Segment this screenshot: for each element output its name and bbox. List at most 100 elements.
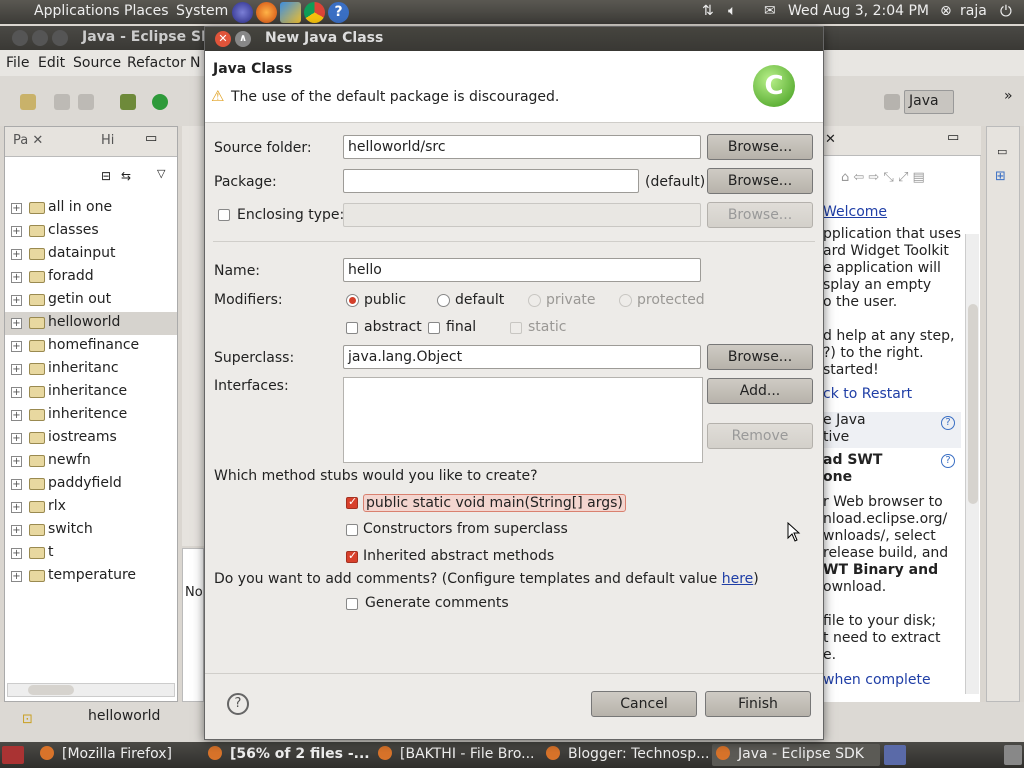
help-question-icon-2[interactable]: ? [941, 454, 955, 468]
tree-item[interactable]: + inheritance [5, 381, 177, 404]
expand-icon[interactable]: + [11, 249, 22, 260]
expand-icon[interactable]: + [11, 272, 22, 283]
tree-item[interactable]: + t [5, 542, 177, 565]
trash-icon[interactable] [1004, 745, 1022, 765]
window-maximize-icon[interactable] [52, 30, 68, 46]
menu-navigate[interactable]: N [190, 55, 200, 71]
firefox-launcher-icon[interactable] [256, 2, 277, 23]
tree-item[interactable]: + inheritanc [5, 358, 177, 381]
configure-templates-link[interactable]: here [722, 571, 754, 587]
modifier-radio-public[interactable] [346, 294, 359, 307]
clock[interactable]: Wed Aug 3, 2:04 PM [788, 3, 929, 19]
menu-refactor[interactable]: Refactor [127, 55, 186, 71]
chevron-right-icon[interactable]: » [1004, 88, 1013, 104]
expand-icon[interactable]: + [11, 456, 22, 467]
dialog-close-icon[interactable]: ✕ [215, 31, 231, 47]
network-icon[interactable]: ⇅ [702, 3, 714, 19]
finish-button[interactable]: Finish [705, 691, 811, 717]
tree-item[interactable]: + getin out [5, 289, 177, 312]
help-scrollbar-thumb[interactable] [968, 304, 978, 504]
tree-item[interactable]: + iostreams [5, 427, 177, 450]
help-toolbar-icons[interactable]: ⌂ ⇦ ⇨ ⤡ ⤢ ▤ [841, 170, 925, 185]
tree-item[interactable]: + datainput [5, 243, 177, 266]
taskbar-item[interactable]: Java - Eclipse SDK [712, 744, 880, 766]
interfaces-list[interactable] [343, 377, 703, 463]
debug-icon[interactable] [120, 94, 136, 110]
run-icon[interactable] [152, 94, 168, 110]
chrome-launcher-icon[interactable] [304, 2, 325, 23]
tree-item[interactable]: + homefinance [5, 335, 177, 358]
volume-icon[interactable]: 🔈︎ [728, 3, 736, 19]
tree-item[interactable]: + all in one [5, 197, 177, 220]
source-folder-input[interactable]: helloworld/src [343, 135, 701, 159]
workspace-switcher[interactable] [884, 745, 906, 765]
expand-icon[interactable]: + [11, 364, 22, 375]
enclosing-type-input[interactable] [343, 203, 701, 227]
collapse-all-icon[interactable]: ⊟ [101, 169, 111, 183]
expand-icon[interactable]: + [11, 571, 22, 582]
cancel-button[interactable]: Cancel [591, 691, 697, 717]
print-icon[interactable] [78, 94, 94, 110]
tree-item[interactable]: + paddyfield [5, 473, 177, 496]
window-minimize-icon[interactable] [32, 30, 48, 46]
help-question-icon[interactable]: ? [941, 416, 955, 430]
applications-menu[interactable]: Applications [34, 3, 120, 19]
tree-item[interactable]: + rlx [5, 496, 177, 519]
eclipse-launcher-icon[interactable] [232, 2, 253, 23]
bottom-view-tab[interactable]: No [185, 585, 203, 600]
expand-icon[interactable]: + [11, 318, 22, 329]
menu-edit[interactable]: Edit [38, 55, 65, 71]
minimize-view-icon[interactable]: ▭ [145, 131, 157, 146]
view-menu-icon[interactable]: ▽ [157, 167, 165, 180]
expand-icon[interactable]: + [11, 548, 22, 559]
superclass-input[interactable]: java.lang.Object [343, 345, 701, 369]
stub-checkbox[interactable] [346, 495, 358, 509]
java-perspective-button[interactable]: Java [904, 90, 954, 114]
restart-link[interactable]: ck to Restart [823, 386, 912, 402]
places-menu[interactable]: Places [124, 3, 169, 19]
package-browse-button[interactable]: Browse... [707, 168, 813, 194]
new-icon[interactable] [20, 94, 36, 110]
scrollbar-thumb[interactable] [28, 685, 74, 695]
class-name-input[interactable]: hello [343, 258, 701, 282]
expand-icon[interactable]: + [11, 203, 22, 214]
help-icon[interactable]: ? [227, 693, 249, 715]
help-launcher-icon[interactable]: ? [328, 2, 349, 23]
show-desktop-icon[interactable] [2, 746, 24, 764]
status-new-icon[interactable]: ⊡ [22, 712, 33, 727]
expand-icon[interactable]: + [11, 295, 22, 306]
generate-comments-checkbox[interactable] [346, 598, 358, 610]
tree-item[interactable]: + temperature [5, 565, 177, 588]
tree-item[interactable]: + helloworld [5, 312, 177, 335]
expand-icon[interactable]: + [11, 410, 22, 421]
when-complete-link[interactable]: when complete [823, 672, 931, 688]
tree-item[interactable]: + inheritence [5, 404, 177, 427]
close-view-icon[interactable]: ✕ [825, 132, 836, 147]
software-center-icon[interactable] [280, 2, 301, 23]
modifier-checkbox-final[interactable] [428, 322, 440, 334]
help-item-swt[interactable]: ad SWT one [823, 452, 943, 486]
add-interface-button[interactable]: Add... [707, 378, 813, 404]
remove-interface-button[interactable]: Remove [707, 423, 813, 449]
enclosing-type-checkbox[interactable] [218, 209, 230, 221]
outline-icon[interactable]: ⊞ [995, 169, 1006, 184]
stub-checkbox[interactable] [346, 549, 358, 563]
system-menu[interactable]: System [176, 3, 228, 19]
welcome-link[interactable]: Welcome [823, 204, 887, 220]
expand-icon[interactable]: + [11, 433, 22, 444]
taskbar-item[interactable]: [BAKTHI - File Bro... [374, 744, 538, 766]
tree-item[interactable]: + classes [5, 220, 177, 243]
menu-file[interactable]: File [6, 55, 29, 71]
expand-icon[interactable]: + [11, 502, 22, 513]
mail-icon[interactable]: ✉ [764, 3, 776, 19]
expand-icon[interactable]: + [11, 479, 22, 490]
tree-item[interactable]: + foradd [5, 266, 177, 289]
stub-checkbox[interactable] [346, 524, 358, 536]
horizontal-scrollbar[interactable] [7, 683, 175, 697]
expand-icon[interactable]: + [11, 525, 22, 536]
taskbar-item[interactable]: [56% of 2 files -... [204, 744, 370, 766]
restore-icon[interactable]: ▭ [997, 145, 1007, 158]
link-editor-icon[interactable]: ⇆ [121, 169, 131, 183]
tab-package-explorer[interactable]: Pa ✕ [13, 133, 43, 148]
expand-icon[interactable]: + [11, 341, 22, 352]
